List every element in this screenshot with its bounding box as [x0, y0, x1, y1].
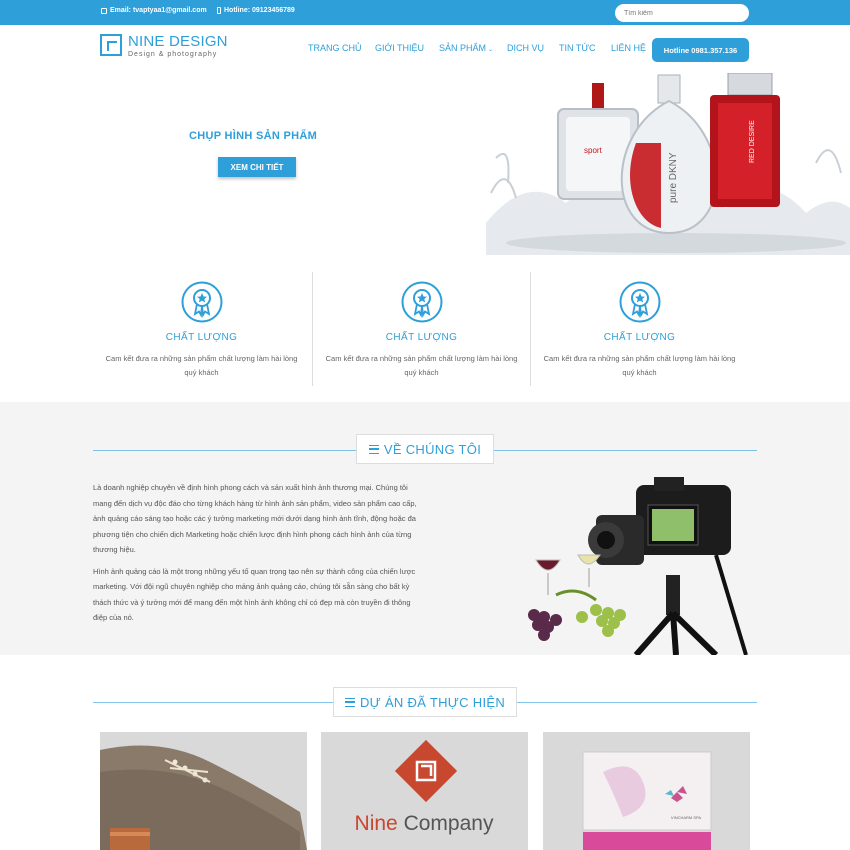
menu-lines-icon	[368, 444, 379, 454]
nav-contact[interactable]: LIÊN HỆ	[611, 43, 646, 53]
logo-mark-icon	[100, 34, 122, 56]
bottle-label-dkny: pure DKNY	[668, 152, 679, 203]
shoe-photo	[100, 732, 307, 850]
quality-award-icon	[401, 281, 443, 323]
feature-title: CHẤT LƯỢNG	[385, 332, 458, 343]
nav-services[interactable]: DỊCH VỤ	[507, 43, 544, 53]
feature-card: CHẤT LƯỢNG Cam kết đưa ra những sản phẩm…	[92, 272, 311, 386]
projects-title: DỰ ÁN ĐÃ THỰC HIỆN	[359, 694, 506, 710]
nine-company-logo: Nine Company	[321, 732, 528, 850]
nav-products-label: SẢN PHẨM	[439, 43, 487, 53]
feature-title: CHẤT LƯỢNG	[165, 332, 238, 343]
hero-detail-button[interactable]: XEM CHI TIẾT	[218, 157, 296, 177]
hero-title: CHỤP HÌNH SẢN PHẨM	[189, 130, 318, 142]
project-card-shoe[interactable]	[100, 732, 307, 850]
feature-title: CHẤT LƯỢNG	[603, 332, 676, 343]
email-text: Email: tvaptyaa1@gmail.com	[110, 7, 207, 14]
spa-card-photo: VINCHARM SPA	[543, 732, 750, 850]
feature-text: Cam kết đưa ra những sản phẩm chất lượng…	[105, 354, 298, 377]
perfume-bottles-image: sport pure DKNY RED DESIRE	[486, 73, 850, 255]
nine-company-caption-word-2: Company	[404, 812, 494, 835]
about-section: VỀ CHÚNG TÔI Là doanh nghiệp chuyên về đ…	[0, 402, 850, 655]
feature-card: CHẤT LƯỢNG Cam kết đưa ra những sản phẩm…	[530, 272, 749, 386]
nav-about[interactable]: GIỚI THIỆU	[375, 43, 424, 53]
logo-tagline: Design & photography	[128, 51, 218, 58]
quality-award-icon	[181, 281, 223, 323]
email-contact[interactable]: Email: tvaptyaa1@gmail.com	[101, 7, 207, 14]
projects-heading: DỰ ÁN ĐÃ THỰC HIỆN	[333, 687, 517, 717]
logo-name: NINE DESIGN	[128, 33, 228, 50]
hotline-text: Hotline: 09123456789	[224, 7, 295, 14]
hero-banner: CHỤP HÌNH SẢN PHẨM XEM CHI TIẾT sport pu…	[0, 73, 850, 255]
feature-text: Cam kết đưa ra những sản phẩm chất lượng…	[325, 354, 518, 377]
search-input[interactable]	[615, 4, 749, 22]
about-paragraph: Hình ảnh quảng cáo là một trong những yế…	[93, 566, 416, 623]
hotline-contact[interactable]: Hotline: 09123456789	[217, 7, 295, 14]
feature-card: CHẤT LƯỢNG Cam kết đưa ra những sản phẩm…	[312, 272, 531, 386]
about-paragraph: Là doanh nghiệp chuyên về định hình phon…	[93, 483, 417, 554]
bottle-label-red: RED DESIRE	[749, 120, 756, 163]
bottle-label-sport: sport	[584, 146, 603, 155]
quality-award-icon	[619, 281, 661, 323]
phone-icon	[217, 7, 221, 14]
nine-company-caption-word-1: Nine	[355, 812, 404, 835]
nav-news[interactable]: TIN TỨC	[559, 43, 596, 53]
about-heading: VỀ CHÚNG TÔI	[356, 434, 494, 464]
camera-wine-image	[516, 475, 752, 655]
projects-header: DỰ ÁN ĐÃ THỰC HIỆN	[0, 685, 850, 720]
about-title: VỀ CHÚNG TÔI	[383, 441, 482, 457]
nav-home[interactable]: TRANG CHỦ	[308, 43, 362, 53]
menu-lines-icon	[344, 697, 355, 707]
features-section: CHẤT LƯỢNG Cam kết đưa ra những sản phẩm…	[92, 272, 752, 386]
hotline-button[interactable]: Hotline 0981.357.136	[652, 38, 749, 62]
nine-company-caption: Nine Company	[355, 812, 494, 835]
project-card-nine-company[interactable]: Nine Company	[321, 732, 528, 850]
chevron-down-icon: ⌄	[488, 47, 494, 53]
about-text: Là doanh nghiệp chuyên về định hình phon…	[93, 480, 425, 632]
nav-products[interactable]: SẢN PHẨM ⌄	[439, 43, 493, 53]
top-bar: Email: tvaptyaa1@gmail.com Hotline: 0912…	[0, 0, 850, 25]
project-card-spa[interactable]: VINCHARM SPA	[543, 732, 750, 850]
spa-caption: VINCHARM SPA	[671, 815, 701, 820]
feature-text: Cam kết đưa ra những sản phẩm chất lượng…	[543, 354, 736, 377]
header: NINE DESIGN Design & photography TRANG C…	[0, 25, 850, 73]
site-logo[interactable]: NINE DESIGN Design & photography	[100, 34, 228, 58]
mail-icon	[101, 7, 107, 14]
